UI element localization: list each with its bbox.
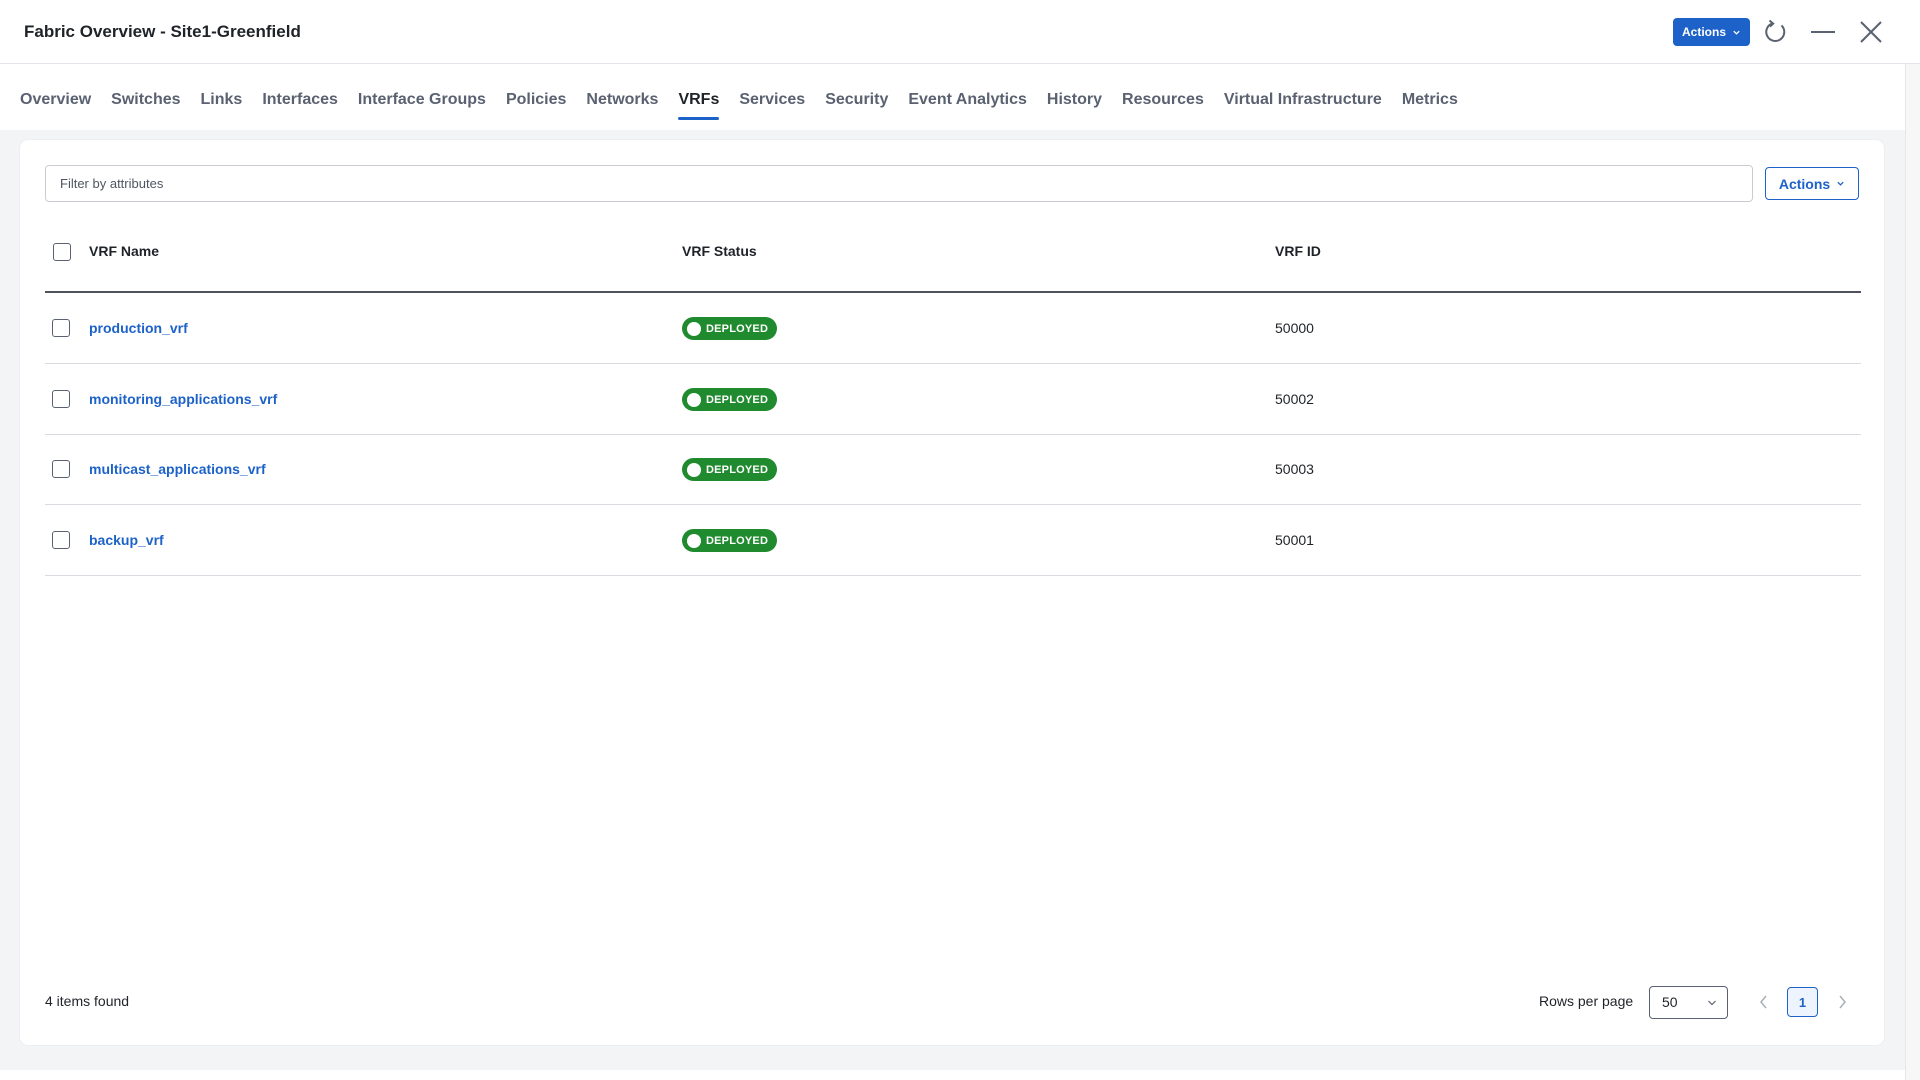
chevron-down-icon bbox=[1837, 181, 1844, 186]
tab-event-analytics[interactable]: Event Analytics bbox=[908, 86, 1027, 122]
column-header-vrf-id[interactable]: VRF ID bbox=[1275, 243, 1321, 259]
filter-input[interactable] bbox=[45, 165, 1753, 202]
page-number-button[interactable]: 1 bbox=[1787, 987, 1818, 1017]
table-row: backup_vrf DEPLOYED 50001 bbox=[45, 505, 1861, 576]
chevron-down-icon bbox=[1708, 1000, 1716, 1006]
tab-history[interactable]: History bbox=[1047, 86, 1102, 122]
tab-virtual-infrastructure[interactable]: Virtual Infrastructure bbox=[1224, 86, 1382, 122]
refresh-icon[interactable] bbox=[1760, 17, 1790, 47]
row-checkbox[interactable] bbox=[52, 319, 70, 337]
table-actions-button[interactable]: Actions bbox=[1765, 167, 1859, 200]
table-row: production_vrf DEPLOYED 50000 bbox=[45, 293, 1861, 364]
column-header-vrf-name[interactable]: VRF Name bbox=[89, 243, 159, 259]
status-badge: DEPLOYED bbox=[682, 529, 777, 552]
status-badge: DEPLOYED bbox=[682, 458, 777, 481]
tab-links[interactable]: Links bbox=[201, 86, 243, 122]
tab-security[interactable]: Security bbox=[825, 86, 888, 122]
table-row: monitoring_applications_vrf DEPLOYED 500… bbox=[45, 364, 1861, 435]
vrf-id: 50003 bbox=[1275, 461, 1314, 477]
chevron-right-icon[interactable] bbox=[1834, 993, 1850, 1011]
status-badge-label: DEPLOYED bbox=[706, 534, 769, 547]
row-checkbox[interactable] bbox=[52, 531, 70, 549]
tab-switches[interactable]: Switches bbox=[111, 86, 180, 122]
status-dot-icon bbox=[687, 321, 701, 336]
table-actions-label: Actions bbox=[1778, 175, 1831, 192]
status-badge: DEPLOYED bbox=[682, 388, 777, 411]
tab-policies[interactable]: Policies bbox=[506, 86, 566, 122]
items-found-count: 4 items found bbox=[45, 993, 130, 1009]
select-all-checkbox[interactable] bbox=[53, 243, 71, 261]
vrf-id: 50001 bbox=[1275, 532, 1314, 548]
rows-per-page-select[interactable]: 50 bbox=[1649, 986, 1728, 1019]
status-badge: DEPLOYED bbox=[682, 317, 777, 340]
status-dot-icon bbox=[687, 392, 701, 407]
column-header-vrf-status[interactable]: VRF Status bbox=[682, 243, 757, 259]
status-badge-label: DEPLOYED bbox=[706, 322, 769, 335]
tab-interface-groups[interactable]: Interface Groups bbox=[358, 86, 486, 122]
tab-interfaces[interactable]: Interfaces bbox=[262, 86, 338, 122]
status-badge-label: DEPLOYED bbox=[706, 393, 769, 406]
vrf-name-link[interactable]: backup_vrf bbox=[89, 505, 164, 575]
tab-networks[interactable]: Networks bbox=[586, 86, 658, 122]
page-title: Fabric Overview - Site1-Greenfield bbox=[24, 22, 301, 41]
tab-metrics[interactable]: Metrics bbox=[1402, 86, 1458, 122]
row-checkbox[interactable] bbox=[52, 460, 70, 478]
tab-services[interactable]: Services bbox=[739, 86, 805, 122]
status-dot-icon bbox=[687, 462, 701, 477]
header-actions-button[interactable]: Actions bbox=[1673, 18, 1750, 46]
scrollbar-track[interactable] bbox=[1905, 64, 1920, 1080]
header-actions-label: Actions bbox=[1681, 25, 1726, 39]
vrf-table-panel bbox=[20, 140, 1884, 1045]
close-icon[interactable] bbox=[1856, 17, 1886, 47]
chevron-left-icon[interactable] bbox=[1756, 993, 1772, 1011]
vrf-id: 50000 bbox=[1275, 320, 1314, 336]
vrf-id: 50002 bbox=[1275, 391, 1314, 407]
status-dot-icon bbox=[687, 533, 701, 548]
rows-per-page-value: 50 bbox=[1662, 994, 1678, 1010]
row-checkbox[interactable] bbox=[52, 390, 70, 408]
tab-resources[interactable]: Resources bbox=[1122, 86, 1204, 122]
status-badge-label: DEPLOYED bbox=[706, 463, 769, 476]
tab-vrfs[interactable]: VRFs bbox=[678, 86, 719, 122]
vrf-name-link[interactable]: monitoring_applications_vrf bbox=[89, 364, 277, 434]
window-header: Fabric Overview - Site1-Greenfield Actio… bbox=[0, 0, 1920, 64]
rows-per-page-label: Rows per page bbox=[1539, 993, 1634, 1009]
vrf-name-link[interactable]: multicast_applications_vrf bbox=[89, 434, 266, 504]
tab-bar: Overview Switches Links Interfaces Inter… bbox=[20, 86, 1478, 122]
table-row: multicast_applications_vrf DEPLOYED 5000… bbox=[45, 434, 1861, 505]
vrf-name-link[interactable]: production_vrf bbox=[89, 293, 188, 363]
minimize-icon[interactable] bbox=[1808, 17, 1838, 47]
chevron-down-icon bbox=[1733, 30, 1740, 35]
tab-overview[interactable]: Overview bbox=[20, 86, 91, 122]
